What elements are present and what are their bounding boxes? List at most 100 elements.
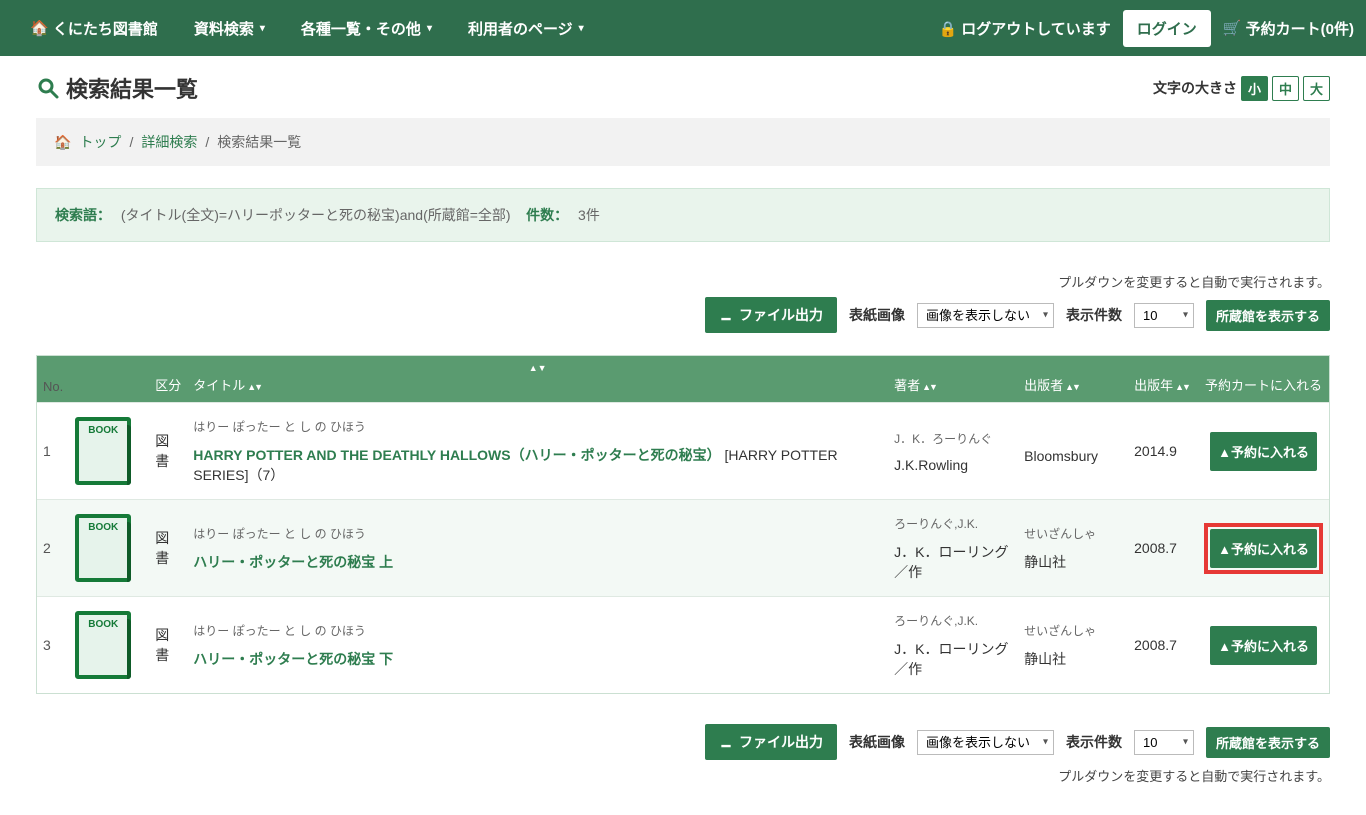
publisher-kana: せいざんしゃ [1024, 622, 1122, 639]
th-type: 区分 [149, 356, 187, 403]
title-link[interactable]: ハリー・ポッターと死の秘宝 下 [193, 651, 393, 667]
cell-no: 2 [37, 500, 69, 597]
cell-title: はりー ぽったー と し の ひほう HARRY POTTER AND THE … [187, 403, 888, 500]
th-publisher-label: 出版者 [1024, 378, 1063, 393]
control-note: プルダウンを変更すると自動で実行されます。 [36, 766, 1330, 785]
title-link[interactable]: ハリー・ポッターと死の秘宝 上 [193, 554, 393, 570]
search-info-panel: 検索語： (タイトル(全文)=ハリーポッターと死の秘宝)and(所蔵館=全部) … [36, 188, 1330, 242]
sort-arrows-icon: ▲▼ [1175, 382, 1189, 392]
reserve-button[interactable]: ▲予約に入れる [1210, 529, 1317, 568]
book-icon: BOOK [75, 417, 131, 485]
th-year-label: 出版年 [1134, 378, 1173, 393]
title-kana: はりー ぽったー と し の ひほう [193, 525, 882, 542]
th-title[interactable]: ▲▼ タイトル▲▼ [187, 356, 888, 403]
logout-text: ログアウトしています [961, 21, 1111, 38]
chevron-down-icon: ▾ [427, 23, 432, 34]
cell-reserve: ▲予約に入れる [1198, 597, 1329, 694]
cell-author: ろーりんぐ,J.K. J．K．ローリング／作 [888, 500, 1018, 597]
cell-publisher: せいざんしゃ 静山社 [1018, 597, 1128, 694]
publisher-text: 静山社 [1024, 651, 1066, 667]
breadcrumb-top[interactable]: トップ [79, 132, 121, 152]
font-size-small[interactable]: 小 [1241, 76, 1268, 101]
show-holdings-button[interactable]: 所蔵館を表示する [1206, 727, 1330, 758]
cell-no: 1 [37, 403, 69, 500]
th-publisher[interactable]: 出版者▲▼ [1018, 356, 1128, 403]
file-output-button[interactable]: ファイル出力 [705, 297, 837, 333]
author-text: J．K．ローリング／作 [894, 544, 1008, 580]
cell-publisher: せいざんしゃ 静山社 [1018, 500, 1128, 597]
nav-menu-lists[interactable]: 各種一覧・その他 ▾ [283, 0, 450, 56]
cell-year: 2014.9 [1128, 403, 1198, 500]
font-size-medium[interactable]: 中 [1272, 76, 1299, 101]
cell-author: ろーりんぐ,J.K. J．K．ローリング／作 [888, 597, 1018, 694]
cell-reserve: ▲予約に入れる [1198, 500, 1329, 597]
author-kana: ろーりんぐ,J.K. [894, 515, 1012, 532]
cell-year: 2008.7 [1128, 500, 1198, 597]
author-kana: ろーりんぐ,J.K. [894, 612, 1012, 629]
cell-no: 3 [37, 597, 69, 694]
nav-menu-label: 利用者のページ [468, 18, 573, 39]
search-count-text: 3件 [578, 207, 600, 223]
display-count-label: 表示件数 [1066, 305, 1122, 325]
search-icon [36, 76, 60, 100]
nav-menu-label: 資料検索 [194, 18, 254, 39]
table-row: 1 BOOK 図書 はりー ぽったー と し の ひほう HARRY POTTE… [37, 403, 1329, 500]
nav-brand[interactable]: 🏠 くにたち図書館 [12, 0, 176, 56]
title-link[interactable]: HARRY POTTER AND THE DEATHLY HALLOWS（ハリー… [193, 447, 720, 463]
author-kana: J．K．ろーりんぐ [894, 430, 1012, 447]
reserve-button[interactable]: ▲予約に入れる [1210, 432, 1317, 471]
chevron-down-icon: ▾ [579, 23, 584, 34]
login-button[interactable]: ログイン [1123, 10, 1211, 47]
file-output-label: ファイル出力 [739, 305, 823, 325]
th-author[interactable]: 著者▲▼ [888, 356, 1018, 403]
author-text: J．K．ローリング／作 [894, 641, 1008, 677]
cell-type: 図書 [149, 597, 187, 694]
search-query-label: 検索語： [55, 207, 111, 223]
cell-icon: BOOK [69, 597, 149, 694]
th-cart: 予約カートに入れる [1198, 356, 1329, 403]
page-title: 検索結果一覧 [36, 72, 198, 104]
logout-status: 🔒ログアウトしています [939, 18, 1111, 39]
publisher-text: 静山社 [1024, 554, 1066, 570]
table-row: 3 BOOK 図書 はりー ぽったー と し の ひほう ハリー・ポッターと死の… [37, 597, 1329, 694]
nav-menu-label: 各種一覧・その他 [301, 18, 421, 39]
file-output-button[interactable]: ファイル出力 [705, 724, 837, 760]
nav-menu-mypage[interactable]: 利用者のページ ▾ [450, 0, 602, 56]
lock-icon: 🔒 [939, 21, 958, 38]
reservation-cart[interactable]: 🛒 予約カート(0件) [1223, 18, 1354, 39]
cart-icon: 🛒 [1223, 19, 1242, 37]
navbar: 🏠 くにたち図書館 資料検索▾ 各種一覧・その他 ▾ 利用者のページ ▾ 🔒ログアウ… [0, 0, 1366, 56]
cell-author: J．K．ろーりんぐ J.K.Rowling [888, 403, 1018, 500]
cell-year: 2008.7 [1128, 597, 1198, 694]
reserve-button[interactable]: ▲予約に入れる [1210, 626, 1317, 665]
th-icon [69, 356, 149, 403]
download-icon [719, 735, 733, 749]
cover-image-select[interactable]: 画像を表示しない [917, 303, 1054, 328]
th-year[interactable]: 出版年▲▼ [1128, 356, 1198, 403]
book-icon: BOOK [75, 611, 131, 679]
nav-menu-search[interactable]: 資料検索▾ [176, 0, 283, 56]
home-icon: 🏠 [30, 19, 49, 37]
font-size-large[interactable]: 大 [1303, 76, 1330, 101]
cover-image-select[interactable]: 画像を表示しない [917, 730, 1054, 755]
sort-arrows-icon: ▲▼ [1065, 382, 1079, 392]
sort-arrows-icon: ▲▼ [922, 382, 936, 392]
sort-arrows-icon: ▲▼ [193, 364, 882, 373]
th-no: No. [37, 356, 69, 403]
download-icon [719, 308, 733, 322]
cell-type: 図書 [149, 403, 187, 500]
show-holdings-button[interactable]: 所蔵館を表示する [1206, 300, 1330, 331]
cart-label: 予約カート(0件) [1246, 18, 1354, 39]
sort-arrows-icon: ▲▼ [247, 382, 261, 392]
display-count-select[interactable]: 10 [1134, 730, 1194, 755]
search-count-label: 件数： [526, 207, 568, 223]
brand-label: くにたち図書館 [53, 18, 158, 39]
cell-title: はりー ぽったー と し の ひほう ハリー・ポッターと死の秘宝 上 [187, 500, 888, 597]
breadcrumb-detail[interactable]: 詳細検索 [141, 132, 197, 152]
page-title-text: 検索結果一覧 [66, 72, 198, 104]
font-size-label: 文字の大きさ [1153, 78, 1237, 98]
display-count-select[interactable]: 10 [1134, 303, 1194, 328]
title-kana: はりー ぽったー と し の ひほう [193, 418, 882, 435]
font-size-control: 文字の大きさ 小 中 大 [1153, 76, 1330, 101]
cell-reserve: ▲予約に入れる [1198, 403, 1329, 500]
